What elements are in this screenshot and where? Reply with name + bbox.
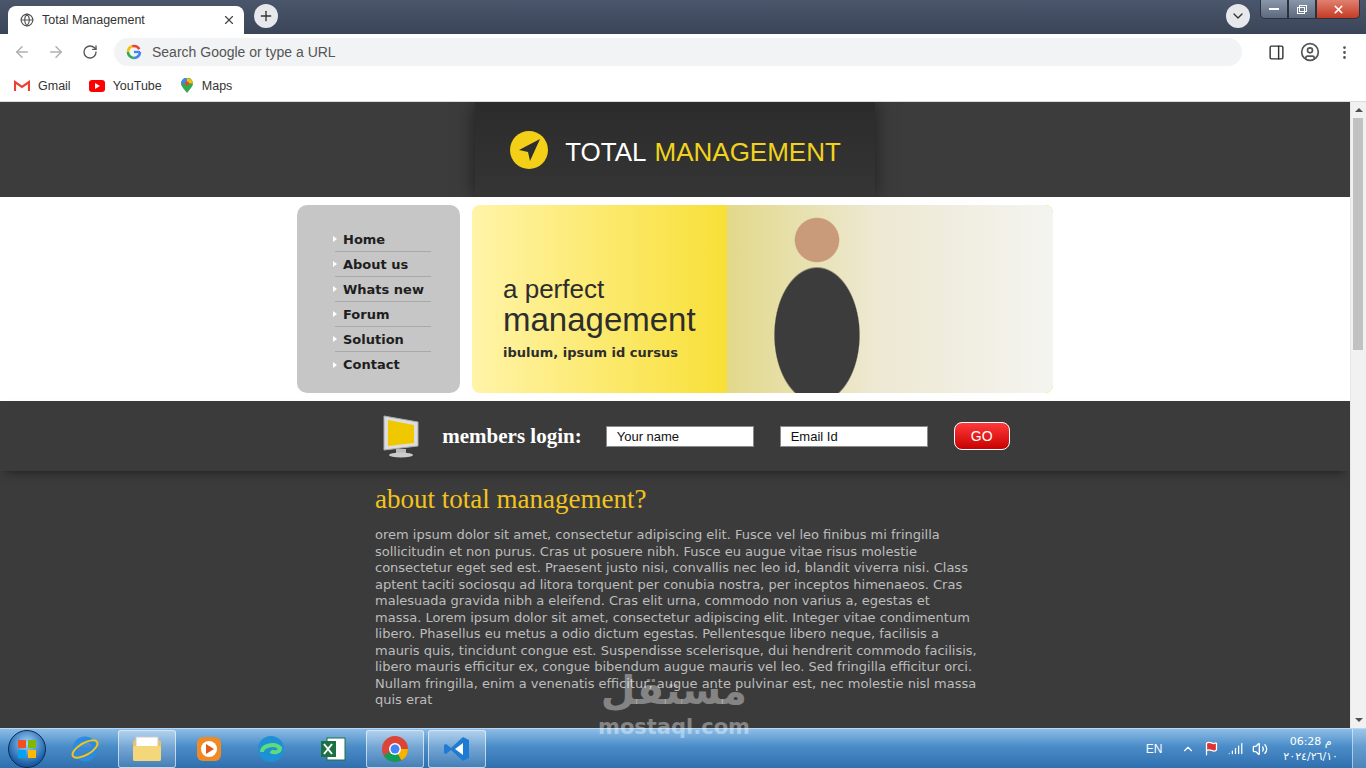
window-controls	[1260, 0, 1360, 19]
menu-icon	[1336, 44, 1353, 61]
ie-icon	[70, 734, 100, 764]
edge-icon	[256, 734, 286, 764]
action-center-icon[interactable]	[1204, 741, 1219, 756]
arrow-right-icon	[47, 43, 65, 61]
browser-tab[interactable]: Total Management	[8, 6, 244, 34]
taskbar-app[interactable]	[304, 730, 362, 768]
nav-item[interactable]: Whats new	[335, 277, 431, 302]
scroll-thumb[interactable]	[1353, 118, 1363, 350]
page-viewport: TOTALMANAGEMENTHomeAbout usWhats newForu…	[0, 102, 1366, 728]
login-field[interactable]	[780, 426, 928, 447]
close-tab-icon[interactable]	[222, 13, 236, 27]
maps-icon	[180, 78, 194, 94]
tab-strip: Total Management	[0, 0, 1366, 34]
nav-item[interactable]: Solution	[335, 327, 431, 352]
members-login: members login: GO	[0, 401, 1350, 471]
login-label: members login:	[442, 424, 581, 449]
banner-title: management	[503, 303, 727, 337]
close-button[interactable]	[1316, 0, 1360, 19]
system-tray: EN 06:28 م٢٠٢٤/٢٦/١٠	[1146, 734, 1346, 764]
google-icon	[126, 44, 142, 60]
monitor-icon	[382, 414, 422, 458]
profile-button[interactable]	[1296, 38, 1324, 66]
new-tab-button[interactable]	[254, 4, 278, 28]
bookmarks-bar: Gmail YouTube Maps	[0, 70, 1366, 102]
site-nav: HomeAbout usWhats newForumSolutionContac…	[297, 205, 460, 393]
back-button[interactable]	[8, 38, 36, 66]
chrome-icon	[380, 734, 410, 764]
taskbar-app[interactable]	[242, 730, 300, 768]
close-icon	[1332, 3, 1345, 16]
menu-button[interactable]	[1330, 38, 1358, 66]
side-panel-button[interactable]	[1262, 38, 1290, 66]
banner-line: a perfect	[503, 275, 727, 303]
profile-icon	[1300, 42, 1320, 62]
site-header: TOTALMANAGEMENT	[0, 102, 1350, 197]
windows-logo-icon	[17, 739, 37, 759]
banner-tagline: ibulum, ipsum id cursus	[503, 345, 727, 360]
minimize-button[interactable]	[1260, 0, 1288, 19]
globe-icon	[20, 13, 34, 27]
explorer-icon	[131, 735, 163, 763]
bookmark[interactable]: Maps	[180, 78, 233, 94]
nav-item[interactable]: About us	[335, 252, 431, 277]
banner-photo	[727, 205, 1053, 393]
arrow-left-icon	[13, 43, 31, 61]
go-button[interactable]: GO	[954, 422, 1010, 450]
reload-button[interactable]	[76, 38, 104, 66]
media-icon	[195, 735, 223, 763]
taskbar-app[interactable]	[118, 730, 176, 768]
clock[interactable]: 06:28 م٢٠٢٤/٢٦/١٠	[1283, 734, 1338, 764]
volume-icon[interactable]	[1252, 741, 1268, 757]
restore-icon	[1297, 5, 1307, 14]
toolbar: Search Google or type a URL	[0, 34, 1366, 70]
minimize-icon	[1269, 7, 1279, 11]
gmail-icon	[14, 80, 30, 92]
scroll-down-icon[interactable]	[1351, 712, 1366, 728]
nav-item[interactable]: Contact	[335, 352, 431, 377]
excel-icon	[319, 735, 347, 763]
network-icon[interactable]	[1228, 741, 1243, 756]
forward-button[interactable]	[42, 38, 70, 66]
taskbar-app[interactable]	[180, 730, 238, 768]
taskbar-app[interactable]	[428, 730, 486, 768]
taskbar-app[interactable]	[56, 730, 114, 768]
nav-item[interactable]: Forum	[335, 302, 431, 327]
tray-expand-icon[interactable]	[1181, 742, 1195, 756]
address-bar[interactable]: Search Google or type a URL	[114, 38, 1242, 66]
login-field[interactable]	[606, 426, 754, 447]
tab-search-button[interactable]	[1226, 4, 1250, 28]
scroll-up-icon[interactable]	[1351, 102, 1366, 118]
vscode-icon	[443, 735, 471, 763]
logo-icon	[509, 130, 549, 170]
web-page: TOTALMANAGEMENTHomeAbout usWhats newForu…	[0, 102, 1350, 728]
tab-title: Total Management	[42, 13, 214, 27]
bookmark[interactable]: YouTube	[89, 79, 162, 93]
plus-icon	[258, 8, 274, 24]
reload-icon	[82, 44, 98, 60]
screen: Total Management Search Google or type a …	[0, 0, 1366, 768]
restore-button[interactable]	[1288, 0, 1316, 19]
scrollbar[interactable]	[1350, 102, 1366, 728]
about-text: orem ipsum dolor sit amet, consectetur a…	[375, 527, 979, 709]
hero-band: HomeAbout usWhats newForumSolutionContac…	[0, 197, 1350, 401]
nav-item[interactable]: Home	[335, 227, 431, 252]
bookmark[interactable]: Gmail	[14, 79, 71, 93]
hero-banner: a perfectmanagement ibulum, ipsum id curs…	[472, 205, 1053, 393]
about-section: about total management? orem ipsum dolor …	[375, 471, 979, 709]
chevron-down-icon	[1230, 8, 1246, 24]
watermark: مستقلmostaql.com	[598, 666, 750, 740]
address-placeholder: Search Google or type a URL	[152, 44, 336, 60]
side-panel-icon	[1268, 44, 1285, 61]
start-button[interactable]	[8, 730, 46, 768]
about-heading: about total management?	[375, 483, 979, 515]
taskbar-app[interactable]	[366, 730, 424, 768]
show-desktop-button[interactable]	[1352, 729, 1366, 768]
language-indicator[interactable]: EN	[1146, 742, 1163, 756]
site-logo[interactable]: TOTALMANAGEMENT	[475, 102, 875, 197]
youtube-icon	[89, 80, 105, 92]
taskbar: EN 06:28 م٢٠٢٤/٢٦/١٠	[0, 728, 1366, 768]
